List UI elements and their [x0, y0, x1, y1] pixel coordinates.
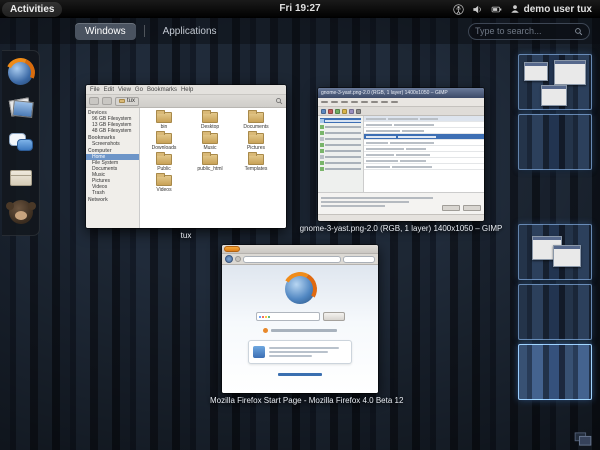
breadcrumb-label: tux [127, 98, 136, 104]
photos-app-icon[interactable] [8, 95, 34, 121]
folder-item: Desktop [188, 110, 232, 130]
window-caption-firefox: Mozilla Firefox Start Page - Mozilla Fir… [210, 396, 404, 405]
workspace-thumbnail-1[interactable] [518, 54, 592, 110]
workspace-thumbnail-4[interactable] [518, 284, 592, 340]
files-menubar: File Edit View Go Bookmarks Help [86, 85, 286, 95]
google-search-button [322, 312, 345, 321]
window-gimp-thumbnail[interactable]: gnome-3-yast.png-2.0 (RGB, 1 layer) 1400… [318, 88, 484, 221]
windows-overlay-corner-icon[interactable] [574, 432, 592, 446]
yast-package-table [364, 116, 484, 192]
volume-icon[interactable] [472, 4, 483, 15]
folder-item: public_html [188, 152, 232, 172]
start-page-link [278, 373, 322, 376]
gimp-toolbar [318, 107, 484, 116]
user-avatar-icon [510, 4, 520, 14]
tab-applications[interactable]: Applications [153, 23, 227, 40]
back-button [225, 255, 233, 263]
tab-separator [143, 25, 145, 37]
firefox-navbar [222, 254, 378, 265]
user-menu-label: demo user tux [523, 3, 592, 15]
browser-search-field [343, 255, 375, 263]
infobox-icon [253, 346, 265, 358]
folder-item: Public [142, 152, 186, 172]
firefox-start-page [222, 265, 378, 393]
tab-windows[interactable]: Windows [75, 22, 136, 40]
files-sidebar: Devices 96 GB Filesystem 13 GB Filesyste… [86, 108, 140, 228]
dash [2, 50, 40, 236]
forward-button [235, 256, 241, 262]
firefox-titlebar [222, 245, 378, 254]
gimp-titlebar: gnome-3-yast.png-2.0 (RGB, 1 layer) 1400… [318, 88, 484, 98]
notice-icon [263, 328, 268, 333]
package-app-icon[interactable] [8, 165, 34, 191]
window-firefox-thumbnail[interactable] [222, 245, 378, 393]
yast-cancel-button [442, 205, 460, 211]
overview-tabs: Windows Applications [75, 22, 227, 40]
workspace-thumbnail-2[interactable] [518, 114, 592, 170]
activities-button[interactable]: Activities [2, 1, 63, 17]
forward-button [102, 97, 112, 105]
chat-app-icon[interactable] [8, 130, 34, 156]
accessibility-icon[interactable] [452, 3, 464, 15]
yast-side-list [318, 116, 364, 192]
battery-icon[interactable] [491, 4, 502, 15]
search-box[interactable] [468, 22, 590, 40]
start-page-infobox [248, 340, 352, 364]
gimp-statusbar [318, 214, 484, 221]
system-status-area: demo user tux [452, 3, 600, 15]
folder-item: Videos [142, 173, 186, 193]
breadcrumb: tux [115, 96, 140, 106]
start-page-notice [263, 328, 337, 333]
search-icon [574, 27, 583, 36]
yast-detail-pane [318, 192, 484, 214]
files-toolbar: tux [86, 95, 286, 108]
workspace-thumbnail-5[interactable] [518, 344, 592, 400]
window-caption-gimp: gnome-3-yast.png-2.0 (RGB, 1 layer) 1400… [299, 224, 503, 233]
top-bar: Activities Fri 19:27 demo user tux [0, 0, 600, 18]
window-caption-files: tux [180, 231, 192, 240]
folder-item: Music [188, 131, 232, 151]
google-search-input [255, 312, 320, 321]
gimp-menubar [318, 98, 484, 107]
monkey-app-icon[interactable] [5, 200, 34, 226]
folder-item: Documents [234, 110, 278, 130]
folder-item: Downloads [142, 131, 186, 151]
files-icon-grid: bin Desktop Documents Downloads Music Pi… [140, 108, 286, 228]
workspace-thumbnail-3[interactable] [518, 224, 592, 280]
firefox-logo [285, 274, 315, 304]
gnome-shell-overview: Activities Fri 19:27 demo user tux Windo… [0, 0, 600, 450]
url-field [243, 255, 341, 263]
clock-button[interactable]: Fri 19:27 [279, 0, 320, 18]
firefox-icon[interactable] [8, 60, 34, 86]
yast-accept-button [463, 205, 481, 211]
firefox-menu-button [224, 246, 240, 252]
overview-toolbar: Windows Applications [0, 18, 600, 44]
back-button [89, 97, 99, 105]
folder-item: Pictures [234, 131, 278, 151]
user-menu[interactable]: demo user tux [510, 4, 592, 15]
folder-icon [119, 99, 125, 103]
folder-item: Templates [234, 152, 278, 172]
window-files-thumbnail[interactable]: File Edit View Go Bookmarks Help tux Devices … [86, 85, 286, 228]
search-input[interactable] [475, 26, 570, 36]
gimp-canvas [318, 116, 484, 192]
files-search-icon [275, 97, 283, 105]
folder-item: bin [142, 110, 186, 130]
